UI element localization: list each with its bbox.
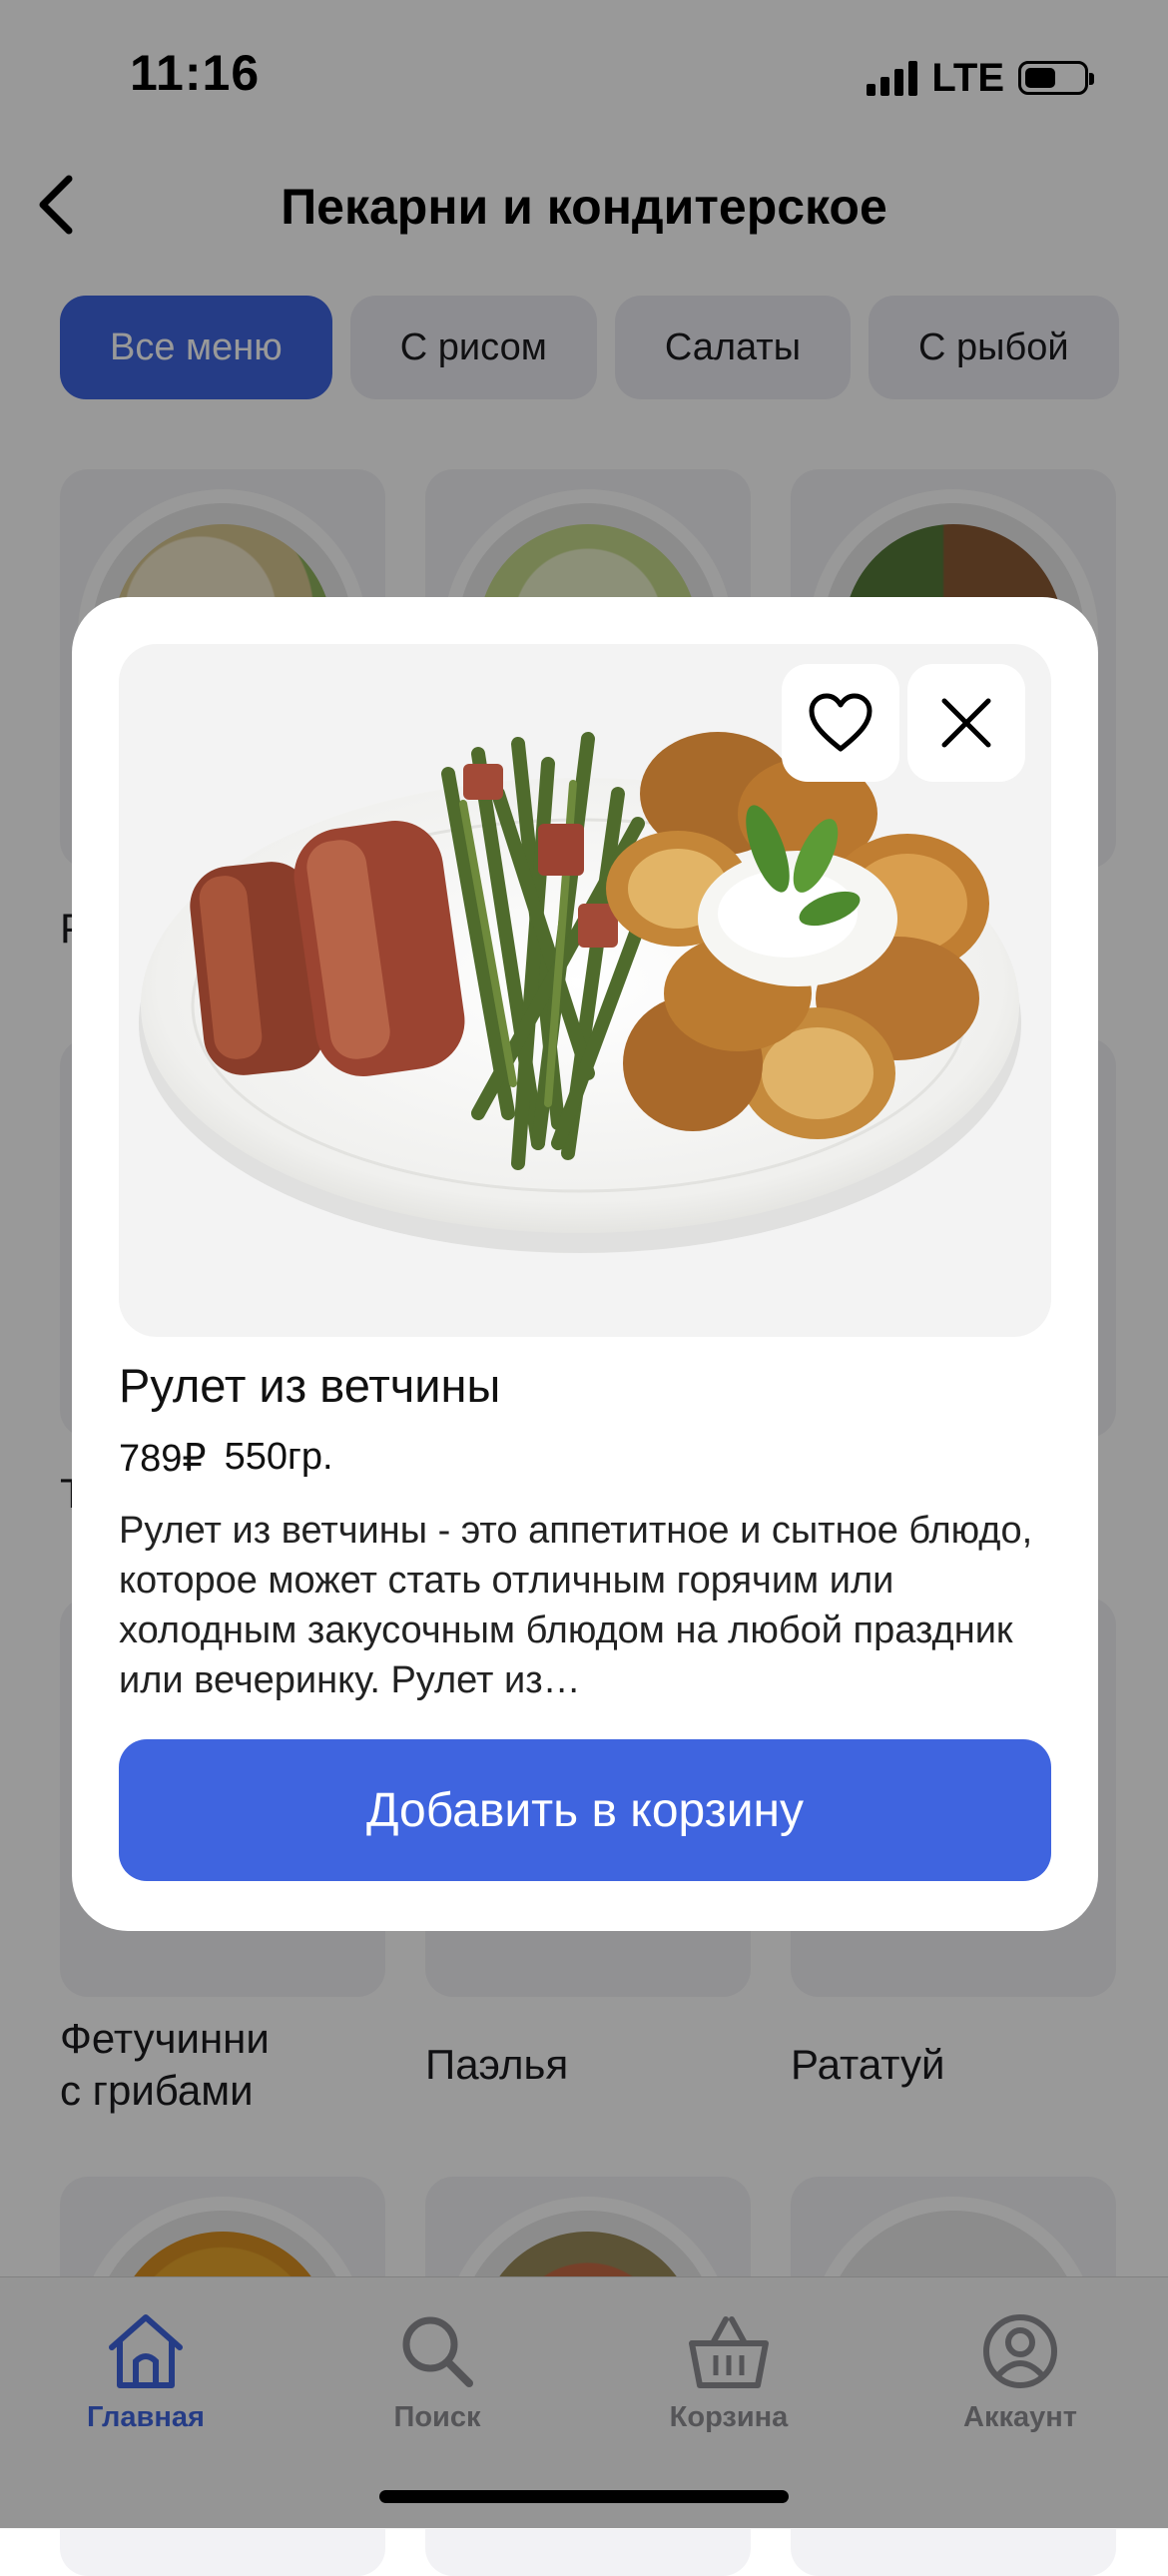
close-button[interactable]	[907, 664, 1025, 782]
dish-detail-modal: Рулет из ветчины 789₽ 550гр. Рулет из ве…	[72, 597, 1098, 1931]
heart-icon	[809, 693, 873, 752]
dish-meta: 789₽ 550гр.	[119, 1436, 333, 1481]
dish-price: 789₽	[119, 1438, 207, 1480]
favorite-button[interactable]	[782, 664, 899, 782]
dish-description: Рулет из ветчины - это аппетитное и сытн…	[119, 1510, 1033, 1701]
add-to-cart-button[interactable]: Добавить в корзину	[119, 1739, 1051, 1881]
home-indicator	[379, 2490, 789, 2503]
dish-title: Рулет из ветчины	[119, 1359, 501, 1412]
dish-weight: 550гр.	[224, 1436, 333, 1478]
close-icon	[941, 698, 991, 748]
dish-photo	[119, 644, 1051, 1337]
ham-rolls	[190, 820, 465, 1077]
